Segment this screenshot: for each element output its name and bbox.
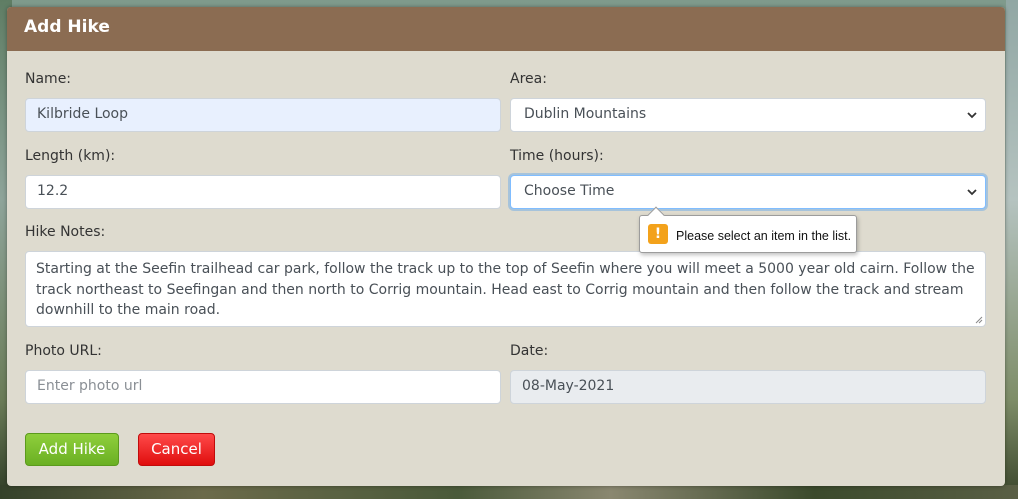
notes-textarea[interactable]: Starting at the Seefin trailhead car par…: [25, 251, 986, 327]
photo-url-input[interactable]: Enter photo url: [25, 370, 501, 404]
background-photo-bottom: [0, 485, 1018, 499]
area-label: Area:: [510, 71, 547, 87]
length-input[interactable]: 12.2: [25, 175, 501, 209]
notes-label: Hike Notes:: [25, 224, 106, 240]
chevron-down-icon: [967, 189, 977, 196]
name-input[interactable]: Kilbride Loop: [25, 98, 501, 132]
modal-title: Add Hike: [7, 7, 1005, 51]
photo-url-label: Photo URL:: [25, 343, 102, 359]
time-select[interactable]: Choose Time: [510, 175, 986, 209]
cancel-button[interactable]: Cancel: [138, 433, 215, 466]
time-select-value: Choose Time: [524, 183, 615, 199]
validation-tooltip: ! Please select an item in the list.: [639, 206, 857, 253]
notes-text: Starting at the Seefin trailhead car par…: [36, 261, 975, 318]
date-label: Date:: [510, 343, 549, 359]
resize-grip-icon[interactable]: [975, 316, 983, 324]
add-hike-button[interactable]: Add Hike: [25, 433, 119, 466]
length-label: Length (km):: [25, 148, 116, 164]
chevron-down-icon: [967, 112, 977, 119]
background-photo-right: [1006, 0, 1018, 499]
name-label: Name:: [25, 71, 72, 87]
area-select-value: Dublin Mountains: [524, 106, 647, 122]
warning-icon: !: [648, 224, 668, 244]
validation-message: Please select an item in the list.: [676, 229, 852, 243]
date-input: 08-May-2021: [510, 370, 986, 404]
area-select[interactable]: Dublin Mountains: [510, 98, 986, 132]
time-label: Time (hours):: [510, 148, 604, 164]
